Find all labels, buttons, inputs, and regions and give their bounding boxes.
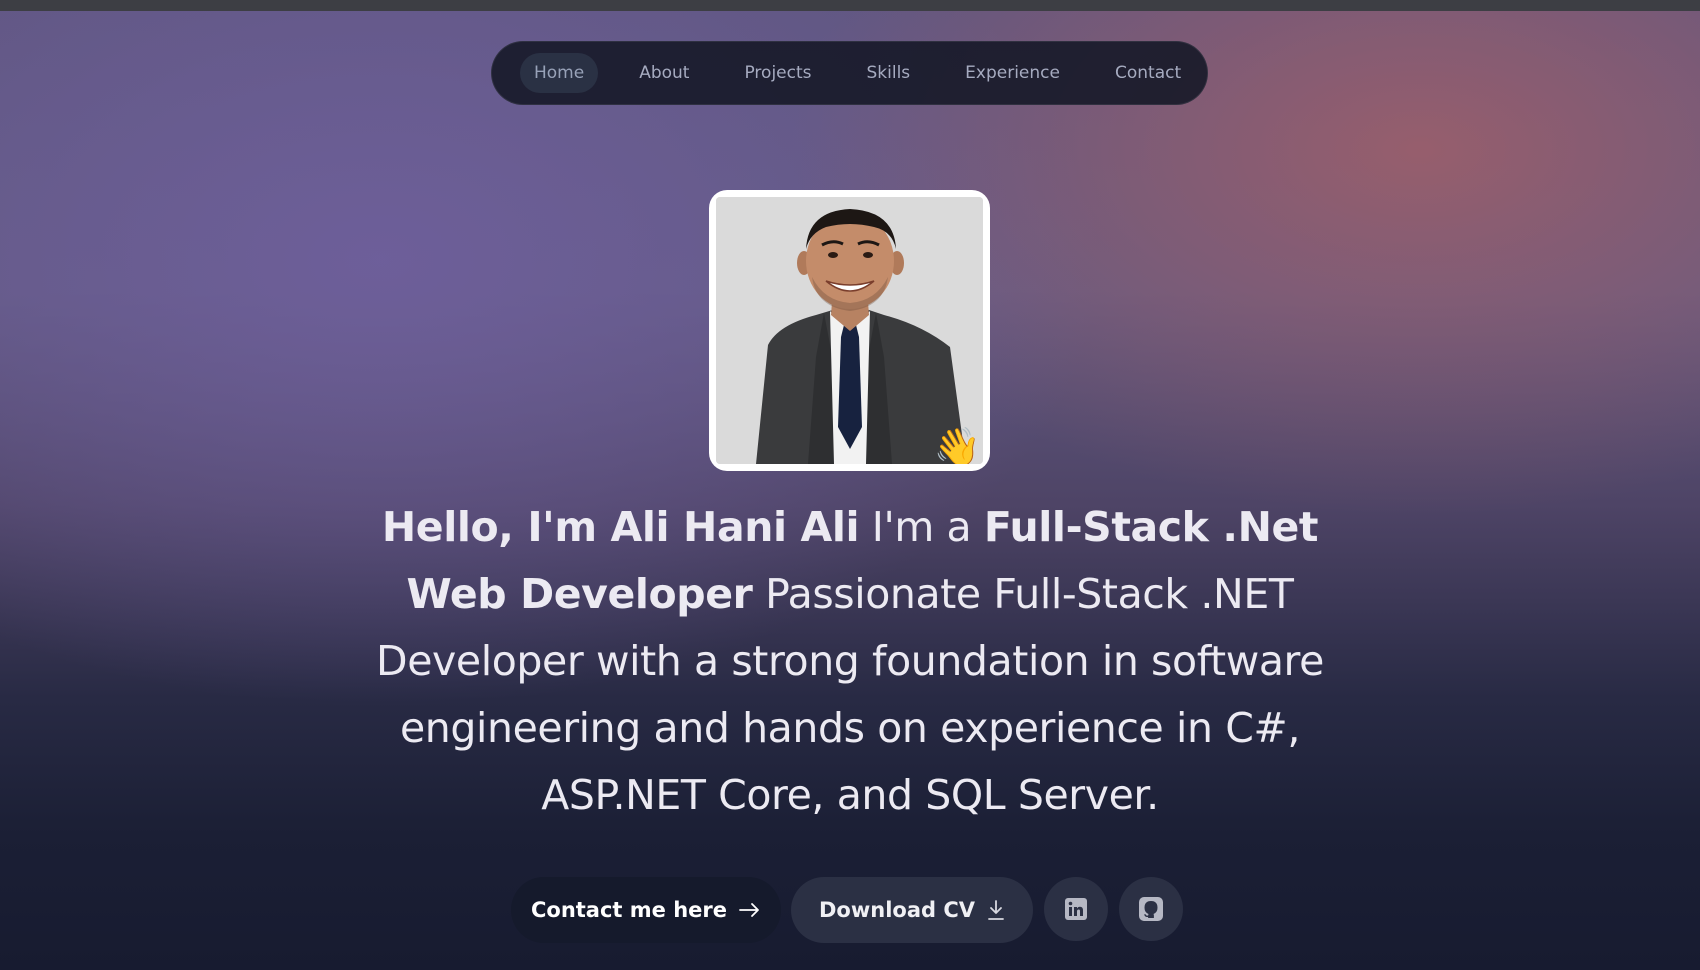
hero-greeting: Hello, I'm Ali Hani Ali xyxy=(381,503,860,551)
browser-top-bar xyxy=(0,0,1700,11)
nav-projects[interactable]: Projects xyxy=(730,53,825,93)
nav-skills[interactable]: Skills xyxy=(853,53,925,93)
profile-photo-image: 👋 xyxy=(716,197,983,464)
github-icon xyxy=(1138,896,1164,922)
nav-home[interactable]: Home xyxy=(520,53,599,93)
contact-button[interactable]: Contact me here xyxy=(511,877,781,943)
download-icon xyxy=(987,899,1005,921)
profile-photo: 👋 xyxy=(709,190,990,471)
contact-button-label: Contact me here xyxy=(530,898,728,922)
nav-about[interactable]: About xyxy=(625,53,703,93)
main-nav: Home About Projects Skills Experience Co… xyxy=(491,41,1208,105)
nav-experience[interactable]: Experience xyxy=(951,53,1074,93)
nav-contact[interactable]: Contact xyxy=(1101,53,1195,93)
download-cv-label: Download CV xyxy=(818,898,975,922)
portrait-illustration xyxy=(716,197,983,464)
linkedin-button[interactable] xyxy=(1044,877,1108,941)
linkedin-icon xyxy=(1064,897,1088,921)
github-button[interactable] xyxy=(1119,877,1183,941)
hero-role-prefix: I'm a xyxy=(859,503,984,551)
download-cv-button[interactable]: Download CV xyxy=(791,877,1033,943)
wave-hand-icon: 👋 xyxy=(933,425,981,464)
arrow-right-icon xyxy=(739,902,761,918)
hero-headline: Hello, I'm Ali Hani Ali I'm a Full-Stack… xyxy=(330,494,1370,829)
